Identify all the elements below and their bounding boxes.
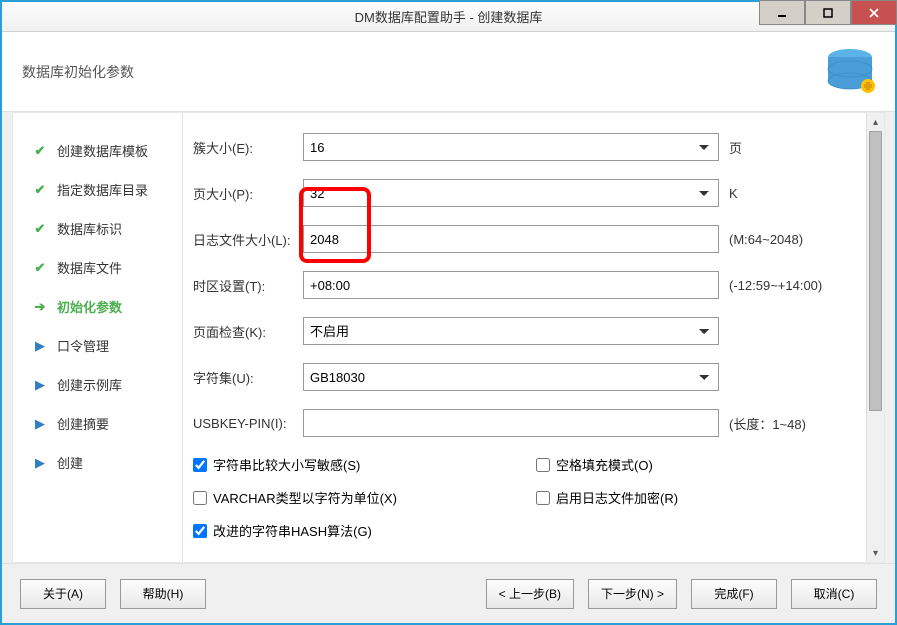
cb-blank-pad-input[interactable] — [536, 458, 550, 472]
step-label: 指定数据库目录 — [57, 180, 148, 199]
page-check-label: 页面检查(K): — [193, 322, 303, 341]
page-size-select[interactable]: 32 — [303, 179, 719, 207]
usbkey-label: USBKEY-PIN(I): — [193, 416, 303, 431]
check-icon: ✔ — [31, 260, 49, 276]
timezone-suffix: (-12:59~+14:00) — [719, 278, 839, 293]
step-label: 数据库文件 — [57, 258, 122, 277]
row-page-size: 页大小(P): 32 K — [193, 179, 839, 207]
usbkey-suffix: (长度：1~48) — [719, 414, 839, 433]
cb-label: VARCHAR类型以字符为单位(X) — [213, 488, 397, 507]
close-icon — [868, 7, 880, 19]
row-page-check: 页面检查(K): 不启用 — [193, 317, 839, 345]
step-db-directory[interactable]: ✔ 指定数据库目录 — [13, 170, 182, 209]
scrollbar[interactable]: ▴ ▾ — [866, 113, 884, 562]
page-size-label: 页大小(P): — [193, 184, 303, 203]
wizard-steps-sidebar: ✔ 创建数据库模板 ✔ 指定数据库目录 ✔ 数据库标识 ✔ 数据库文件 ➔ 初始… — [13, 113, 183, 562]
charset-select[interactable]: GB18030 — [303, 363, 719, 391]
step-label: 创建 — [57, 453, 83, 472]
about-button[interactable]: 关于(A) — [20, 579, 106, 609]
minimize-icon — [776, 7, 788, 19]
cb-hash-improved[interactable]: 改进的字符串HASH算法(G) — [193, 521, 496, 540]
form-panel: 簇大小(E): 16 页 页大小(P): 32 K — [183, 113, 884, 562]
step-sample-db[interactable]: ▶ 创建示例库 — [13, 365, 182, 404]
cluster-size-suffix: 页 — [719, 138, 839, 157]
triangle-right-icon: ▶ — [31, 416, 49, 432]
row-timezone: 时区设置(T): (-12:59~+14:00) — [193, 271, 839, 299]
database-icon — [810, 42, 880, 102]
cb-label: 启用日志文件加密(R) — [556, 488, 678, 507]
maximize-icon — [822, 7, 834, 19]
finish-button[interactable]: 完成(F) — [691, 579, 777, 609]
cb-log-encrypt[interactable]: 启用日志文件加密(R) — [536, 488, 839, 507]
page-header: 数据库初始化参数 — [2, 32, 895, 112]
minimize-button[interactable] — [759, 0, 805, 25]
page-title: 数据库初始化参数 — [22, 62, 134, 82]
step-db-files[interactable]: ✔ 数据库文件 — [13, 248, 182, 287]
timezone-input[interactable] — [303, 271, 719, 299]
page-check-select[interactable]: 不启用 — [303, 317, 719, 345]
step-create-template[interactable]: ✔ 创建数据库模板 — [13, 131, 182, 170]
triangle-right-icon: ▶ — [31, 338, 49, 354]
row-usbkey: USBKEY-PIN(I): (长度：1~48) — [193, 409, 839, 437]
cluster-size-select[interactable]: 16 — [303, 133, 719, 161]
window-controls — [759, 0, 897, 25]
checkbox-grid: 字符串比较大小写敏感(S) 空格填充模式(O) VARCHAR类型以字符为单位(… — [193, 455, 839, 540]
step-label: 初始化参数 — [57, 297, 122, 316]
cb-label: 空格填充模式(O) — [556, 455, 653, 474]
close-button[interactable] — [851, 0, 897, 25]
footer: 关于(A) 帮助(H) < 上一步(B) 下一步(N) > 完成(F) 取消(C… — [2, 563, 895, 623]
row-charset: 字符集(U): GB18030 — [193, 363, 839, 391]
triangle-right-icon: ▶ — [31, 377, 49, 393]
cb-blank-pad[interactable]: 空格填充模式(O) — [536, 455, 839, 474]
cb-label: 改进的字符串HASH算法(G) — [213, 521, 372, 540]
step-label: 创建数据库模板 — [57, 141, 148, 160]
log-size-input[interactable] — [303, 225, 719, 253]
check-icon: ✔ — [31, 143, 49, 159]
next-button[interactable]: 下一步(N) > — [588, 579, 677, 609]
step-label: 数据库标识 — [57, 219, 122, 238]
step-init-params[interactable]: ➔ 初始化参数 — [13, 287, 182, 326]
scroll-thumb[interactable] — [869, 131, 882, 411]
scroll-up-icon[interactable]: ▴ — [867, 113, 884, 131]
timezone-label: 时区设置(T): — [193, 276, 303, 295]
cb-hash-improved-input[interactable] — [193, 524, 207, 538]
step-summary[interactable]: ▶ 创建摘要 — [13, 404, 182, 443]
check-icon: ✔ — [31, 182, 49, 198]
log-size-suffix: (M:64~2048) — [719, 232, 839, 247]
cb-log-encrypt-input[interactable] — [536, 491, 550, 505]
titlebar: DM数据库配置助手 - 创建数据库 — [2, 2, 895, 32]
row-log-size: 日志文件大小(L): (M:64~2048) — [193, 225, 839, 253]
cb-case-sensitive-input[interactable] — [193, 458, 207, 472]
cb-case-sensitive[interactable]: 字符串比较大小写敏感(S) — [193, 455, 496, 474]
help-button[interactable]: 帮助(H) — [120, 579, 206, 609]
arrow-right-icon: ➔ — [31, 299, 49, 315]
cb-label: 字符串比较大小写敏感(S) — [213, 455, 360, 474]
scroll-down-icon[interactable]: ▾ — [867, 544, 884, 562]
step-label: 创建示例库 — [57, 375, 122, 394]
prev-button[interactable]: < 上一步(B) — [486, 579, 574, 609]
usbkey-input[interactable] — [303, 409, 719, 437]
charset-label: 字符集(U): — [193, 368, 303, 387]
cb-varchar-char-input[interactable] — [193, 491, 207, 505]
step-db-identity[interactable]: ✔ 数据库标识 — [13, 209, 182, 248]
page-size-suffix: K — [719, 186, 839, 201]
cluster-size-label: 簇大小(E): — [193, 138, 303, 157]
app-window: DM数据库配置助手 - 创建数据库 数据库初始化参数 — [0, 0, 897, 625]
step-label: 创建摘要 — [57, 414, 109, 433]
step-label: 口令管理 — [57, 336, 109, 355]
triangle-right-icon: ▶ — [31, 455, 49, 471]
maximize-button[interactable] — [805, 0, 851, 25]
row-cluster-size: 簇大小(E): 16 页 — [193, 133, 839, 161]
log-size-label: 日志文件大小(L): — [193, 230, 303, 249]
step-password[interactable]: ▶ 口令管理 — [13, 326, 182, 365]
body: ✔ 创建数据库模板 ✔ 指定数据库目录 ✔ 数据库标识 ✔ 数据库文件 ➔ 初始… — [12, 112, 885, 563]
check-icon: ✔ — [31, 221, 49, 237]
step-create[interactable]: ▶ 创建 — [13, 443, 182, 482]
cb-varchar-char[interactable]: VARCHAR类型以字符为单位(X) — [193, 488, 496, 507]
cancel-button[interactable]: 取消(C) — [791, 579, 877, 609]
